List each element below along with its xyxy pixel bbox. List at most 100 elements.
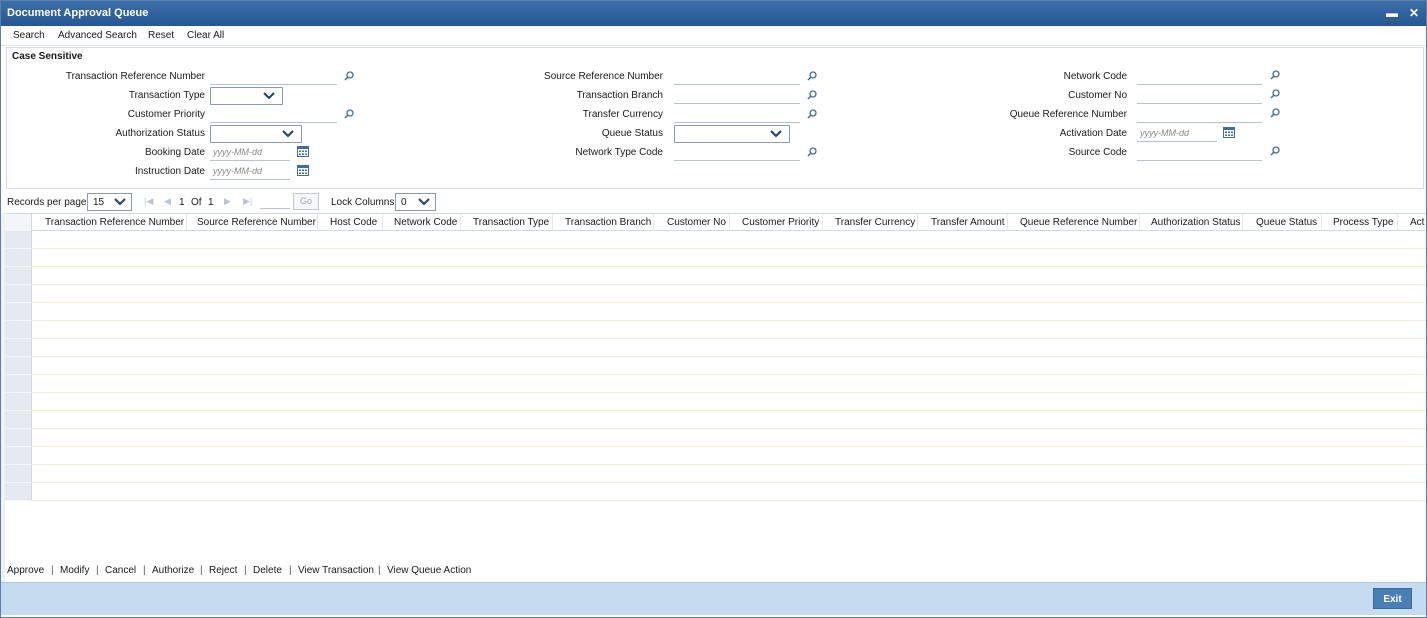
records-per-page-value: 15 xyxy=(93,197,105,208)
table-row[interactable] xyxy=(5,375,1426,393)
table-row[interactable] xyxy=(5,465,1426,483)
queue-ref-search-icon[interactable] xyxy=(1270,108,1280,118)
calendar-icon[interactable] xyxy=(297,146,309,157)
authorize-action[interactable]: Authorize xyxy=(152,565,194,576)
approve-action[interactable]: Approve xyxy=(7,565,44,576)
src-ref-input[interactable] xyxy=(674,69,800,85)
table-row[interactable] xyxy=(5,411,1426,429)
col-queue-status[interactable]: Queue Status xyxy=(1256,217,1317,228)
table-row[interactable] xyxy=(5,249,1426,267)
src-ref-search-icon[interactable] xyxy=(807,71,817,81)
cust-priority-label: Customer Priority xyxy=(127,109,205,120)
row-header-cell[interactable] xyxy=(5,357,32,375)
modify-action[interactable]: Modify xyxy=(60,565,89,576)
auth-status-select[interactable] xyxy=(210,125,302,143)
network-type-code-search-icon[interactable] xyxy=(807,147,817,157)
network-code-search-icon[interactable] xyxy=(1270,70,1280,80)
cust-priority-input[interactable] xyxy=(210,107,337,123)
table-row[interactable] xyxy=(5,357,1426,375)
col-transfer-amount[interactable]: Transfer Amount xyxy=(931,217,1005,228)
table-row[interactable] xyxy=(5,339,1426,357)
goto-page-input[interactable] xyxy=(260,193,290,209)
search-button[interactable]: Search xyxy=(13,30,45,41)
row-header-cell[interactable] xyxy=(5,393,32,411)
col-customer-priority[interactable]: Customer Priority xyxy=(742,217,819,228)
table-row[interactable] xyxy=(5,483,1426,501)
network-code-input[interactable] xyxy=(1137,69,1262,85)
col-host-code[interactable]: Host Code xyxy=(330,217,377,228)
table-row[interactable] xyxy=(5,267,1426,285)
close-icon[interactable]: ✕ xyxy=(1406,5,1422,21)
col-transaction-branch[interactable]: Transaction Branch xyxy=(565,217,651,228)
next-page-icon[interactable]: ▶ xyxy=(224,196,231,207)
table-row[interactable] xyxy=(5,321,1426,339)
txn-type-select[interactable] xyxy=(210,87,283,105)
reject-action[interactable]: Reject xyxy=(209,565,237,576)
queue-status-select[interactable] xyxy=(674,125,790,143)
prev-page-icon[interactable]: ◀ xyxy=(164,196,171,207)
col-source-reference-number[interactable]: Source Reference Number xyxy=(197,217,316,228)
col-act[interactable]: Act xyxy=(1410,217,1424,228)
advanced-search-button[interactable]: Advanced Search xyxy=(58,30,137,41)
delete-action[interactable]: Delete xyxy=(253,565,282,576)
booking-date-input[interactable]: yyyy-MM-dd xyxy=(210,145,290,161)
reset-button[interactable]: Reset xyxy=(148,30,174,41)
cust-priority-search-icon[interactable] xyxy=(344,109,354,119)
col-transaction-type[interactable]: Transaction Type xyxy=(473,217,549,228)
row-header-cell[interactable] xyxy=(5,483,32,501)
transfer-currency-input[interactable] xyxy=(674,107,800,123)
row-header-cell[interactable] xyxy=(5,375,32,393)
row-header-cell[interactable] xyxy=(5,465,32,483)
table-row[interactable] xyxy=(5,429,1426,447)
activation-date-input[interactable]: yyyy-MM-dd xyxy=(1137,126,1217,142)
col-process-type[interactable]: Process Type xyxy=(1333,217,1393,228)
row-header-cell[interactable] xyxy=(5,447,32,465)
clear-all-button[interactable]: Clear All xyxy=(187,30,224,41)
records-per-page-select[interactable]: 15 xyxy=(87,193,132,211)
cancel-action[interactable]: Cancel xyxy=(105,565,136,576)
customer-no-input[interactable] xyxy=(1137,88,1262,104)
go-button[interactable]: Go xyxy=(293,193,319,210)
txn-branch-input[interactable] xyxy=(674,88,800,104)
table-row[interactable] xyxy=(5,231,1426,249)
row-header-cell[interactable] xyxy=(5,231,32,249)
table-row[interactable] xyxy=(5,285,1426,303)
row-header-cell[interactable] xyxy=(5,303,32,321)
minimize-icon[interactable]: ▬ xyxy=(1384,5,1400,21)
network-type-code-input[interactable] xyxy=(674,145,800,161)
row-header-cell[interactable] xyxy=(5,267,32,285)
col-transaction-reference-number[interactable]: Transaction Reference Number xyxy=(45,217,184,228)
row-header-cell[interactable] xyxy=(5,285,32,303)
last-page-icon[interactable]: ▶| xyxy=(243,196,252,207)
exit-button[interactable]: Exit xyxy=(1373,588,1412,609)
col-transfer-currency[interactable]: Transfer Currency xyxy=(835,217,915,228)
row-header-cell[interactable] xyxy=(5,249,32,267)
txn-branch-search-icon[interactable] xyxy=(807,90,817,100)
view-transaction-action[interactable]: View Transaction xyxy=(298,565,374,576)
lock-columns-select[interactable]: 0 xyxy=(395,193,436,211)
col-queue-reference-number[interactable]: Queue Reference Number xyxy=(1020,217,1137,228)
table-row[interactable] xyxy=(5,303,1426,321)
customer-no-search-icon[interactable] xyxy=(1270,89,1280,99)
col-authorization-status[interactable]: Authorization Status xyxy=(1151,217,1241,228)
instruction-date-input[interactable]: yyyy-MM-dd xyxy=(210,164,290,180)
transfer-currency-search-icon[interactable] xyxy=(807,109,817,119)
col-network-code[interactable]: Network Code xyxy=(394,217,457,228)
source-code-input[interactable] xyxy=(1137,145,1262,161)
row-header-cell[interactable] xyxy=(5,429,32,447)
txn-ref-input[interactable] xyxy=(210,69,337,85)
txn-ref-search-icon[interactable] xyxy=(344,71,354,81)
queue-ref-input[interactable] xyxy=(1137,107,1262,123)
table-row[interactable] xyxy=(5,393,1426,411)
row-header-cell[interactable] xyxy=(5,339,32,357)
source-code-search-icon[interactable] xyxy=(1270,146,1280,156)
search-criteria-panel: Case Sensitive Transaction Reference Num… xyxy=(6,47,1424,189)
view-queue-action[interactable]: View Queue Action xyxy=(387,565,471,576)
calendar-icon[interactable] xyxy=(1223,127,1235,138)
row-header-cell[interactable] xyxy=(5,411,32,429)
first-page-icon[interactable]: |◀ xyxy=(144,196,153,207)
table-row[interactable] xyxy=(5,447,1426,465)
row-header-cell[interactable] xyxy=(5,321,32,339)
col-customer-no[interactable]: Customer No xyxy=(667,217,726,228)
calendar-icon[interactable] xyxy=(297,165,309,176)
